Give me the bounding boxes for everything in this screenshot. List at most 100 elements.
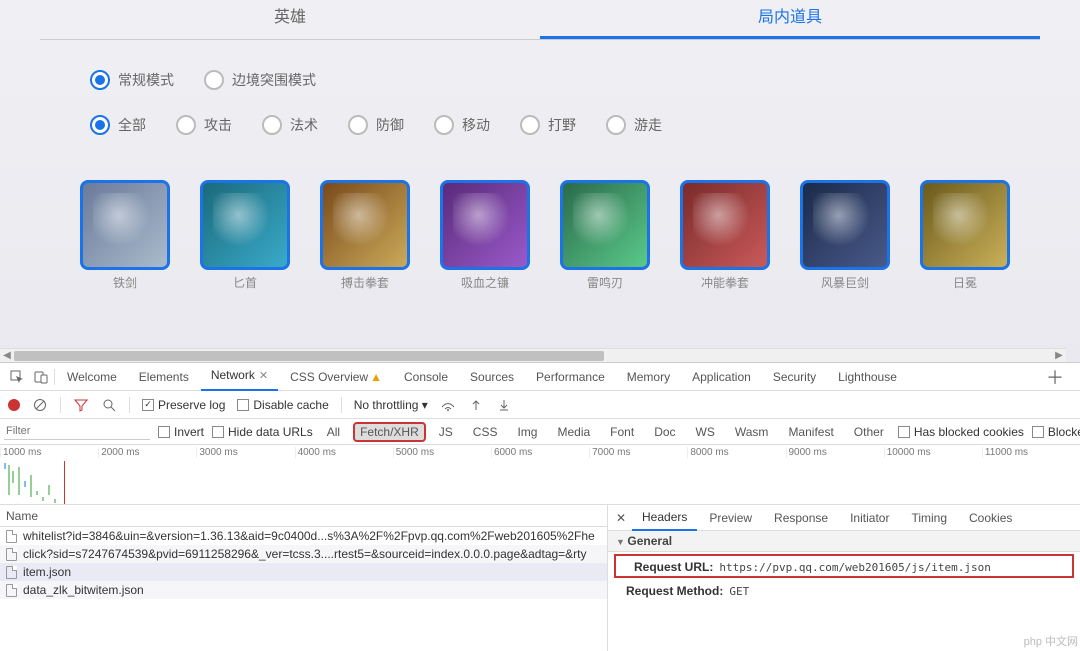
tab-lighthouse[interactable]: Lighthouse [828,364,907,390]
radio-filter-roam[interactable]: 游走 [606,115,662,135]
tab-css-overview[interactable]: CSS Overview▲ [280,364,392,390]
divider [54,369,55,385]
checkbox-icon [212,426,224,438]
tab-sources[interactable]: Sources [460,364,524,390]
filter-type-img[interactable]: Img [511,423,543,441]
request-row[interactable]: item.json [0,563,607,581]
item-card[interactable]: 日冕 [920,180,1010,291]
devtools-panel: Welcome Elements Network✕ CSS Overview▲ … [0,362,1080,651]
item-card[interactable]: 冲能拳套 [680,180,770,291]
filter-type-js[interactable]: JS [433,423,459,441]
tab-network[interactable]: Network ✕ [201,362,278,391]
filter-type-media[interactable]: Media [551,423,596,441]
item-card[interactable]: 匕首 [200,180,290,291]
network-filter-bar: Invert Hide data URLs All Fetch/XHR JS C… [0,419,1080,445]
checkbox-label: Has blocked cookies [914,425,1024,439]
checkbox-label: Invert [174,425,204,439]
tab-items[interactable]: 局内道具 [540,0,1040,39]
filter-type-doc[interactable]: Doc [648,423,681,441]
close-detail-icon[interactable]: ✕ [612,511,630,525]
filter-input[interactable] [4,423,150,440]
radio-filter-attack[interactable]: 攻击 [176,115,232,135]
tab-heroes[interactable]: 英雄 [40,0,540,39]
network-toolbar: Preserve log Disable cache No throttling… [0,391,1080,419]
watermark: php 中文网 [1024,633,1078,649]
filter-type-wasm[interactable]: Wasm [729,423,775,441]
tab-performance[interactable]: Performance [526,364,615,390]
tab-console[interactable]: Console [394,364,458,390]
radio-normal-mode[interactable]: 常规模式 [90,70,174,90]
radio-border-mode[interactable]: 边境突围模式 [204,70,316,90]
item-name: 风暴巨剑 [800,274,890,291]
column-header-name[interactable]: Name [0,505,607,527]
divider [60,397,61,413]
device-toggle-icon[interactable] [30,366,52,388]
section-general[interactable]: General [608,531,1080,552]
filter-type-font[interactable]: Font [604,423,640,441]
filter-type-all[interactable]: All [321,423,346,441]
scroll-right-arrow-icon[interactable]: ▶ [1052,350,1066,361]
clear-icon[interactable] [32,397,48,413]
invert-checkbox[interactable]: Invert [158,425,204,439]
import-har-icon[interactable] [468,397,484,413]
request-row[interactable]: click?sid=s7247674539&pvid=6911258296&_v… [0,545,607,563]
hide-data-urls-checkbox[interactable]: Hide data URLs [212,425,313,439]
filter-type-fetch-xhr[interactable]: Fetch/XHR [354,423,425,441]
filter-type-manifest[interactable]: Manifest [782,423,839,441]
radio-filter-move[interactable]: 移动 [434,115,490,135]
radio-filter-magic[interactable]: 法术 [262,115,318,135]
item-card[interactable]: 铁剑 [80,180,170,291]
tab-memory[interactable]: Memory [617,364,680,390]
item-card[interactable]: 风暴巨剑 [800,180,890,291]
radio-label: 游走 [634,115,662,135]
inspect-icon[interactable] [6,366,28,388]
detail-tab-initiator[interactable]: Initiator [840,506,899,530]
horizontal-scrollbar[interactable]: ◀ ▶ [0,348,1066,362]
item-thumbnail [560,180,650,270]
tab-welcome[interactable]: Welcome [57,364,127,390]
timeline-cursor[interactable] [64,461,65,504]
request-row[interactable]: data_zlk_bitwitem.json [0,581,607,599]
filter-icon[interactable] [73,397,89,413]
detail-tab-response[interactable]: Response [764,506,838,530]
record-icon[interactable] [8,399,20,411]
scrollbar-thumb[interactable] [14,351,604,361]
detail-tab-preview[interactable]: Preview [699,506,762,530]
detail-tab-timing[interactable]: Timing [901,506,957,530]
network-body: Name whitelist?id=3846&uin=&version=1.36… [0,505,1080,651]
divider [129,397,130,413]
item-name: 雷鸣刃 [560,274,650,291]
tab-label: Network [211,368,255,382]
item-card[interactable]: 雷鸣刃 [560,180,650,291]
blocked-requests-checkbox[interactable]: Blocked Requests [1032,425,1080,439]
has-blocked-cookies-checkbox[interactable]: Has blocked cookies [898,425,1024,439]
tab-application[interactable]: Application [682,364,761,390]
throttling-select[interactable]: No throttling ▾ [354,398,428,412]
export-har-icon[interactable] [496,397,512,413]
file-icon [6,584,17,597]
item-card[interactable]: 搏击拳套 [320,180,410,291]
filter-type-other[interactable]: Other [848,423,890,441]
radio-icon [90,70,110,90]
scroll-left-arrow-icon[interactable]: ◀ [0,350,14,361]
radio-filter-all[interactable]: 全部 [90,115,146,135]
detail-tab-cookies[interactable]: Cookies [959,506,1022,530]
close-icon[interactable]: ✕ [259,370,268,382]
filter-type-ws[interactable]: WS [690,423,721,441]
tab-security[interactable]: Security [763,364,826,390]
search-icon[interactable] [101,397,117,413]
add-tab-icon[interactable]: ＋ [1036,364,1074,390]
disable-cache-checkbox[interactable]: Disable cache [237,398,328,412]
network-conditions-icon[interactable] [440,397,456,413]
item-card[interactable]: 吸血之镰 [440,180,530,291]
request-row[interactable]: whitelist?id=3846&uin=&version=1.36.13&a… [0,527,607,545]
radio-filter-defense[interactable]: 防御 [348,115,404,135]
preserve-log-checkbox[interactable]: Preserve log [142,398,225,412]
value-request-url[interactable]: https://pvp.qq.com/web201605/js/item.jso… [719,561,991,574]
tab-elements[interactable]: Elements [129,364,199,390]
filter-type-css[interactable]: CSS [467,423,504,441]
radio-filter-jungle[interactable]: 打野 [520,115,576,135]
detail-tab-headers[interactable]: Headers [632,505,697,531]
item-name: 匕首 [200,274,290,291]
network-timeline[interactable]: 1000 ms 2000 ms 3000 ms 4000 ms 5000 ms … [0,445,1080,505]
